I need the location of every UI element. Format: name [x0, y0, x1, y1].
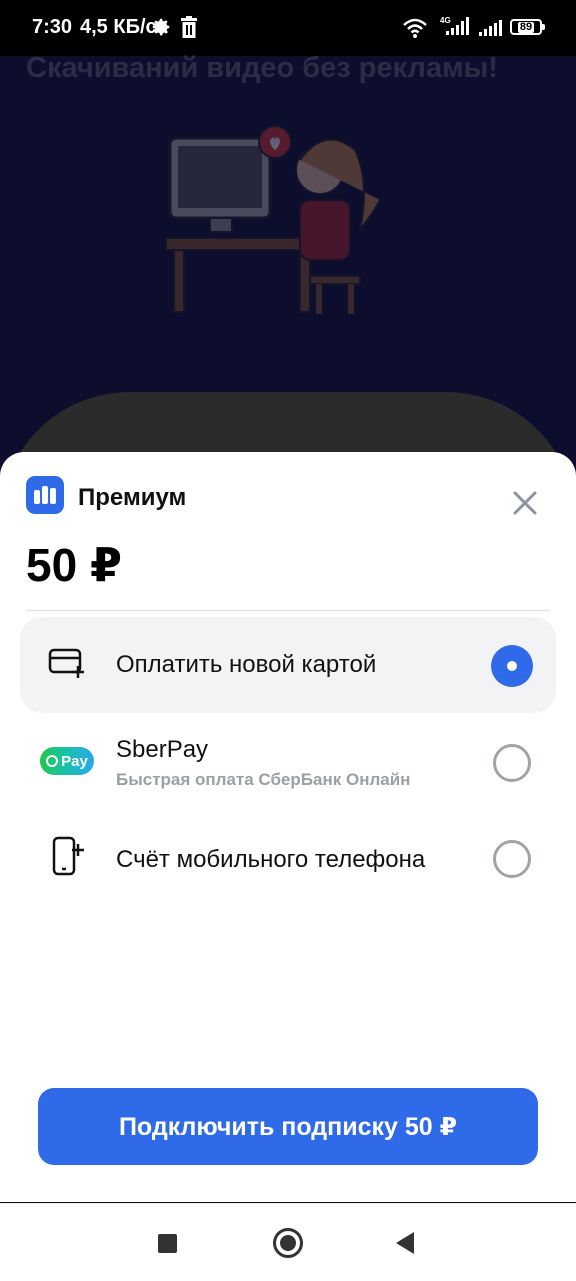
battery-icon: 89 — [510, 19, 545, 35]
signal-icon: 4G — [440, 16, 469, 35]
payment-option-mobile-account[interactable]: Счёт мобильного телефона — [20, 810, 556, 906]
home-icon[interactable] — [273, 1228, 303, 1258]
wifi-icon — [403, 18, 427, 38]
option-title: SberPay — [116, 736, 209, 763]
status-time: 7:30 — [32, 16, 73, 38]
system-navigation-bar — [0, 1203, 576, 1281]
option-title: Оплатить новой картой — [116, 651, 377, 678]
sberpay-logo: Pay — [40, 747, 94, 775]
divider — [26, 610, 550, 611]
status-bar: 7:30 4,5 КБ/с 4G 89 — [0, 0, 576, 56]
subscribe-button[interactable]: Подключить подписку 50 ₽ — [38, 1088, 538, 1165]
option-title: Счёт мобильного телефона — [116, 846, 426, 873]
close-icon[interactable] — [510, 488, 540, 518]
product-name: Премиум — [78, 484, 187, 511]
payment-option-new-card[interactable]: Оплатить новой картой — [20, 617, 556, 713]
battery-level: 89 — [517, 20, 535, 33]
sberpay-badge-text: Pay — [61, 752, 88, 770]
status-network-speed: 4,5 КБ/с — [80, 16, 157, 38]
radio-selected[interactable] — [491, 645, 533, 687]
svg-text:4G: 4G — [440, 16, 451, 25]
signal-icon-secondary — [479, 20, 502, 36]
background-title: Скачиваний видео без рекламы! — [26, 52, 498, 84]
trash-icon — [181, 16, 197, 38]
recent-apps-icon[interactable] — [158, 1234, 177, 1253]
payment-option-sberpay[interactable]: Pay SberPay Быстрая оплата СберБанк Онла… — [20, 714, 556, 810]
mobile-phone-icon — [52, 836, 84, 876]
back-icon[interactable] — [396, 1232, 414, 1254]
bars-logo-icon — [34, 486, 56, 504]
option-subtitle: Быстрая оплата СберБанк Онлайн — [116, 770, 411, 789]
check-icon — [46, 755, 59, 767]
radio-unselected[interactable] — [493, 840, 531, 878]
price: 50 ₽ — [26, 539, 122, 591]
gear-icon — [152, 18, 170, 36]
premium-app-icon — [26, 476, 64, 514]
radio-unselected[interactable] — [493, 744, 531, 782]
illustration-girl-at-computer — [165, 125, 381, 314]
add-card-icon — [48, 648, 84, 678]
